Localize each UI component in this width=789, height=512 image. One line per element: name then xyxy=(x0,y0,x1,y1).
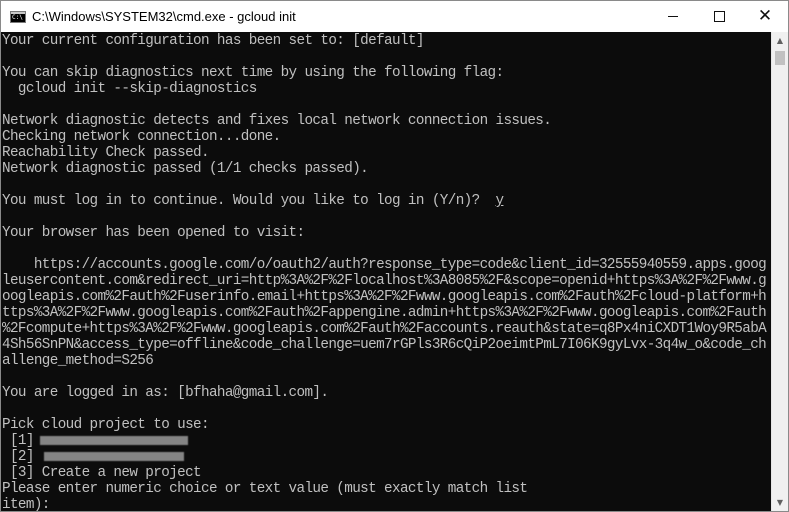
project-option-label: [1] xyxy=(2,433,35,449)
console-line: gcloud init --skip-diagnostics xyxy=(2,81,257,97)
console-line: Please enter numeric choice or text valu… xyxy=(2,481,528,497)
title-bar[interactable]: C:\Windows\SYSTEM32\cmd.exe - gcloud ini… xyxy=(1,1,788,32)
console-line: Network diagnostic detects and fixes loc… xyxy=(2,113,552,129)
scrollbar-thumb[interactable] xyxy=(775,51,785,65)
arrow-up-icon: ▲ xyxy=(776,36,784,45)
project-option-line: [1] xyxy=(2,433,771,449)
project-option-label: [2] xyxy=(2,449,35,465)
console-line: Reachability Check passed. xyxy=(2,145,210,161)
console-line: You are logged in as: [bfhaha@gmail.com]… xyxy=(2,385,329,401)
scroll-up-button[interactable]: ▲ xyxy=(772,32,788,49)
window-controls: ✕ xyxy=(650,1,788,32)
oauth-url-line: 4Sh56SnPN&access_type=offline&code_chall… xyxy=(2,337,767,353)
oauth-url-line: oogleapis.com%2Fauth%2Fuserinfo.email+ht… xyxy=(2,289,767,305)
console-line: Checking network connection...done. xyxy=(2,129,281,145)
redacted-project-name xyxy=(39,435,188,445)
console-lines: Your current configuration has been set … xyxy=(1,32,771,511)
console-line: Your current configuration has been set … xyxy=(2,33,424,49)
oauth-url-line: ttps%3A%2F%2Fwww.googleapis.com%2Fauth%2… xyxy=(2,305,767,321)
login-answer: y xyxy=(495,193,505,209)
project-option-line: [2] xyxy=(2,449,771,465)
project-option-line: [3] Create a new project xyxy=(2,465,202,481)
oauth-url-line: allenge_method=S256 xyxy=(2,353,154,369)
minimize-button[interactable] xyxy=(650,1,696,32)
login-prompt-line: You must log in to continue. Would you l… xyxy=(2,193,771,209)
window-title: C:\Windows\SYSTEM32\cmd.exe - gcloud ini… xyxy=(32,9,296,24)
arrow-down-icon: ▼ xyxy=(776,498,784,507)
oauth-url-line: leusercontent.com&redirect_uri=http%3A%2… xyxy=(2,273,767,289)
cmd-icon[interactable] xyxy=(10,10,26,23)
scroll-down-button[interactable]: ▼ xyxy=(772,494,788,511)
oauth-url-line: https://accounts.google.com/o/oauth2/aut… xyxy=(2,257,767,273)
console-line: Network diagnostic passed (1/1 checks pa… xyxy=(2,161,369,177)
vertical-scrollbar[interactable]: ▲ ▼ xyxy=(771,32,788,511)
console-output[interactable]: Your current configuration has been set … xyxy=(1,32,771,511)
minimize-icon xyxy=(668,16,678,17)
console-window: C:\Windows\SYSTEM32\cmd.exe - gcloud ini… xyxy=(0,0,789,512)
login-prompt: You must log in to continue. Would you l… xyxy=(2,193,496,209)
input-prompt-line: item): xyxy=(2,497,50,511)
close-icon: ✕ xyxy=(757,6,773,26)
console-line: Pick cloud project to use: xyxy=(2,417,210,433)
console-line: You can skip diagnostics next time by us… xyxy=(2,65,504,81)
console-line: Your browser has been opened to visit: xyxy=(2,225,305,241)
redacted-project-name xyxy=(43,451,184,461)
oauth-url-line: %2Fcompute+https%3A%2F%2Fwww.googleapis.… xyxy=(2,321,767,337)
close-button[interactable]: ✕ xyxy=(742,1,788,32)
maximize-button[interactable] xyxy=(696,1,742,32)
maximize-icon xyxy=(713,11,725,22)
